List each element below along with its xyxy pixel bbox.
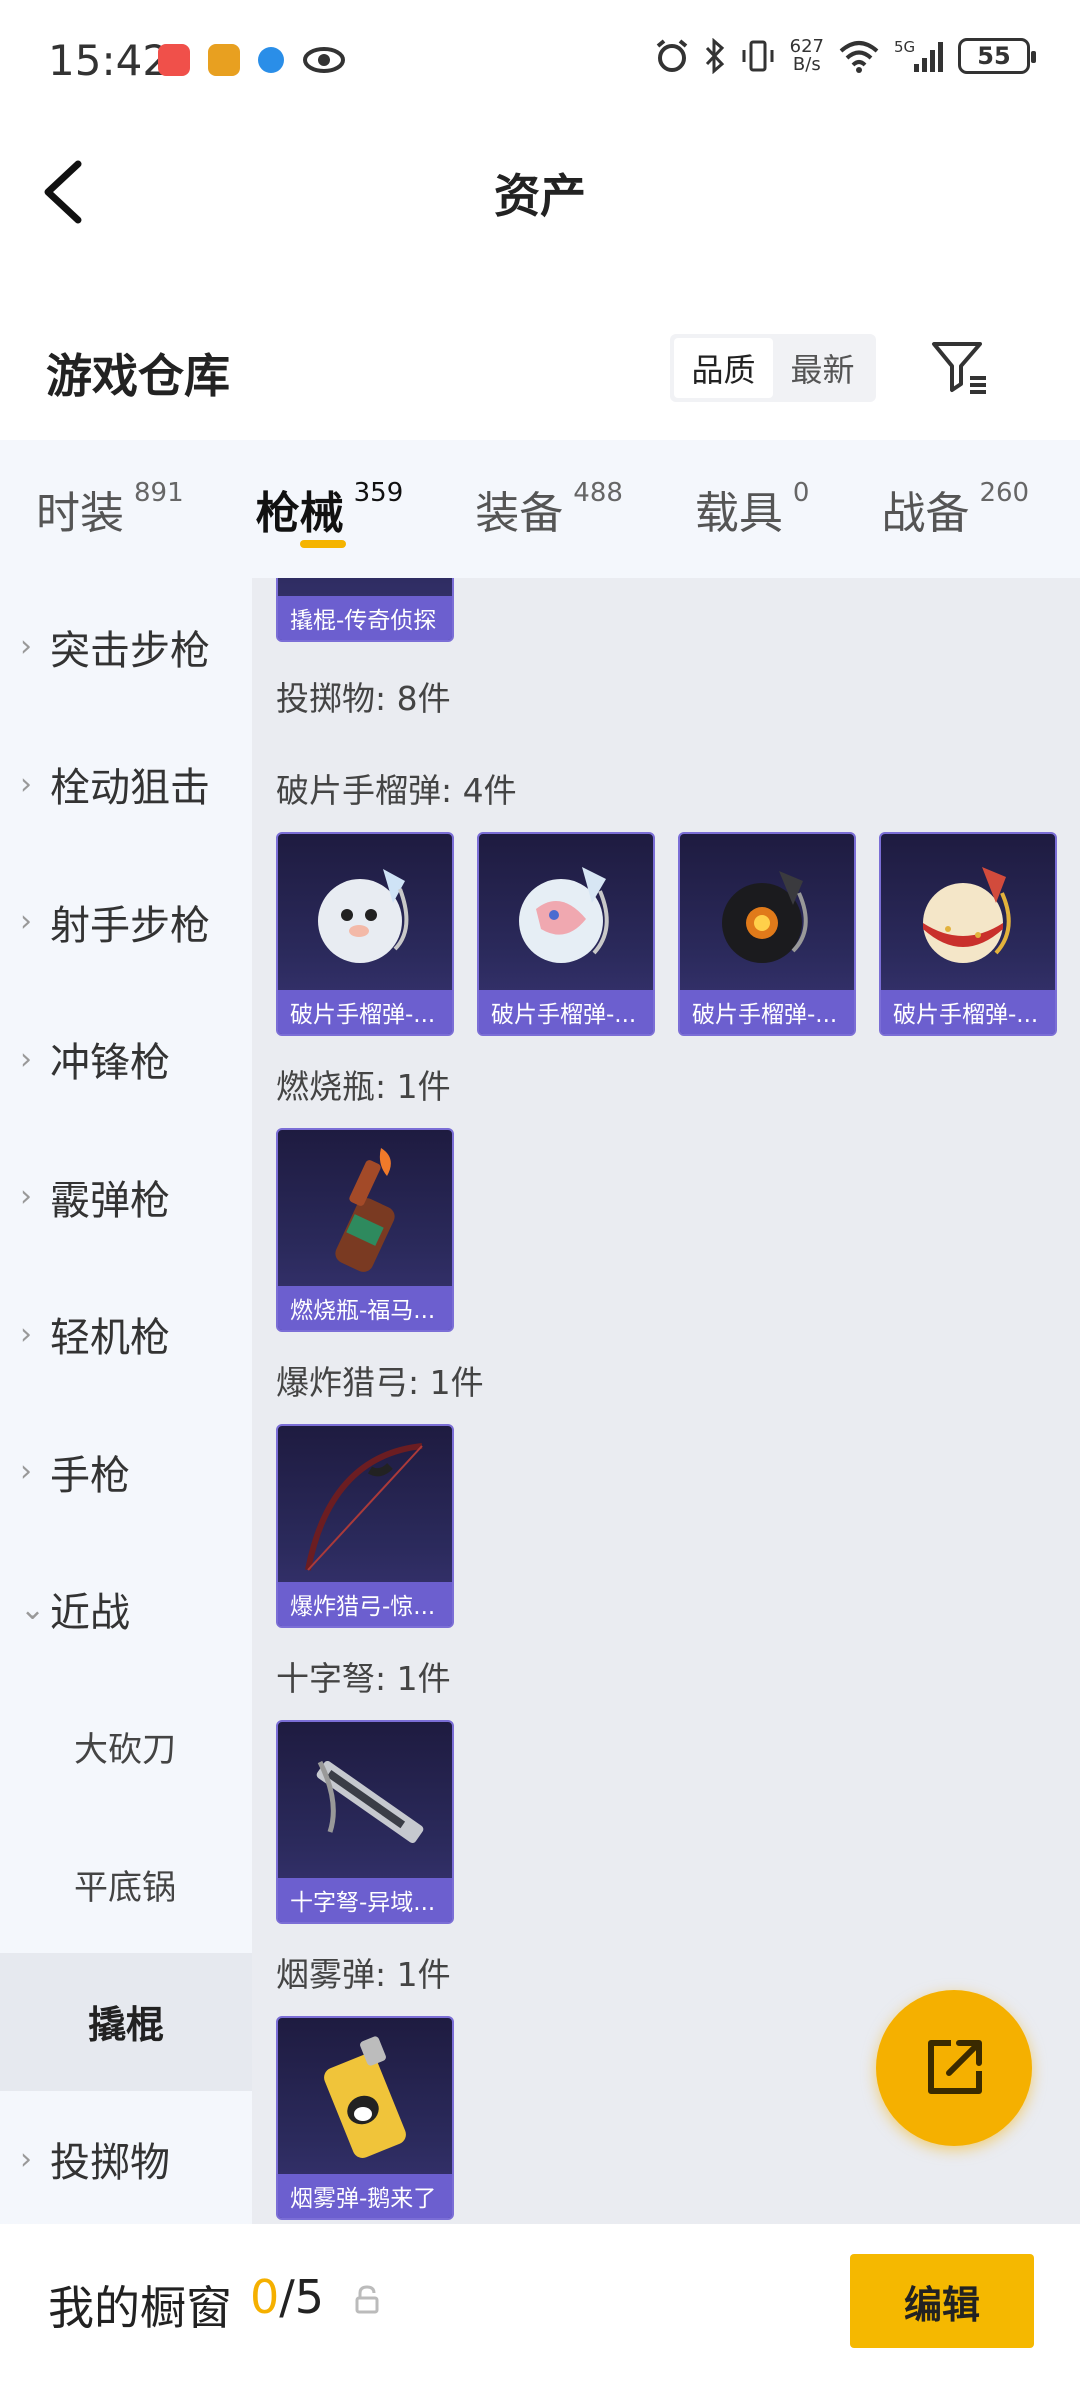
item-grid: 撬棍-传奇侦探 投掷物: 8件 破片手榴弹: 4件 破片手榴弹-... 破片手榴…	[252, 578, 1080, 2224]
tab-vehicles[interactable]: 载具 0	[659, 440, 846, 578]
showcase-bar: 我的橱窗 0/5 编辑	[0, 2224, 1080, 2382]
item-card-label: 烟雾弹-鹅来了	[278, 2174, 452, 2218]
sidebar-item-lmg[interactable]: › 轻机枪	[0, 1266, 252, 1404]
wifi-icon	[839, 41, 879, 73]
sidebar-item-throwables[interactable]: › 投掷物	[0, 2091, 252, 2229]
warehouse-title: 游戏仓库	[46, 349, 230, 403]
chevron-right-icon: ›	[20, 904, 32, 940]
chevron-down-icon: ⌄	[20, 1591, 46, 1627]
section-header-crossbow: 十字弩: 1件	[276, 1659, 451, 1698]
eye-icon	[303, 47, 345, 73]
bow-art	[278, 1426, 452, 1586]
grenade-art	[680, 834, 854, 994]
showcase-count: 0/5	[250, 2270, 325, 2324]
share-button[interactable]	[876, 1990, 1032, 2146]
item-card-frag-2[interactable]: 破片手榴弹-...	[477, 832, 655, 1036]
sort-quality-option[interactable]: 品质	[674, 338, 773, 398]
active-tab-indicator	[300, 540, 346, 548]
item-card-crowbar[interactable]: 撬棍-传奇侦探	[276, 578, 454, 642]
weapon-category-sidebar: › 突击步枪 › 栓动狙击 › 射手步枪 › 冲锋枪 › 霰弹枪 › 轻机枪 › 手枪 ⌄ 近战…	[0, 578, 252, 2224]
signal-icon: 5G	[894, 38, 943, 72]
warehouse-header: 游戏仓库 品质 最新	[0, 310, 1080, 440]
bluetooth-icon	[705, 38, 724, 74]
battery-indicator: 55	[958, 38, 1036, 74]
tab-equipment[interactable]: 装备 488	[439, 440, 659, 578]
crossbow-art	[278, 1722, 452, 1882]
chevron-right-icon: ›	[20, 2141, 32, 2177]
item-card-frag-4[interactable]: 破片手榴弹-...	[879, 832, 1057, 1036]
chevron-right-icon: ›	[20, 1179, 32, 1215]
item-card-frag-1[interactable]: 破片手榴弹-...	[276, 832, 454, 1036]
status-time: 15:42	[48, 36, 170, 85]
section-header-throwables: 投掷物: 8件	[276, 679, 451, 718]
sort-toggle: 品质 最新	[670, 334, 876, 402]
item-card-molotov[interactable]: 燃烧瓶-福马...	[276, 1128, 454, 1332]
sidebar-item-smg[interactable]: › 冲锋枪	[0, 991, 252, 1129]
sidebar-item-pistol[interactable]: › 手枪	[0, 1403, 252, 1541]
grenade-art	[278, 834, 452, 994]
share-icon	[928, 2040, 982, 2094]
tab-firearms[interactable]: 枪械 359	[220, 440, 440, 578]
smoke-grenade-art	[278, 2018, 452, 2178]
item-card-label: 燃烧瓶-福马...	[278, 1286, 452, 1330]
sidebar-item-bolt-sniper[interactable]: › 栓动狙击	[0, 716, 252, 854]
grenade-art	[881, 834, 1055, 994]
chevron-right-icon: ›	[20, 1454, 32, 1490]
section-header-explosive-bow: 爆炸猎弓: 1件	[276, 1363, 484, 1402]
item-card-label: 十字弩-异域...	[278, 1878, 452, 1922]
showcase-title: 我的橱窗	[48, 2281, 232, 2335]
molotov-art	[278, 1130, 452, 1290]
sidebar-subitem-crowbar[interactable]: 撬棍	[0, 1953, 252, 2091]
vibrate-icon	[742, 40, 774, 72]
status-bar: 15:42 627 B/s 5G 55	[0, 0, 1080, 126]
chevron-right-icon: ›	[20, 1316, 32, 1352]
item-card-label: 爆炸猎弓-惊...	[278, 1582, 452, 1626]
sidebar-subitem-pan[interactable]: 平底锅	[0, 1816, 252, 1954]
title-bar: 资产	[0, 126, 1080, 256]
sort-newest-option[interactable]: 最新	[773, 338, 872, 398]
sidebar-subitem-machete[interactable]: 大砍刀	[0, 1678, 252, 1816]
app-notification-icon	[258, 47, 284, 73]
chevron-right-icon: ›	[20, 766, 32, 802]
edit-button[interactable]: 编辑	[850, 2254, 1034, 2348]
sidebar-item-marksman-rifle[interactable]: › 射手步枪	[0, 853, 252, 991]
item-card-label: 破片手榴弹-...	[479, 990, 653, 1034]
sidebar-item-shotgun[interactable]: › 霰弹枪	[0, 1128, 252, 1266]
tab-gear[interactable]: 战备 260	[845, 440, 1065, 578]
chevron-right-icon: ›	[20, 1041, 32, 1077]
net-speed: 627 B/s	[789, 36, 824, 75]
item-card-frag-3[interactable]: 破片手榴弹-...	[678, 832, 856, 1036]
item-card-label: 撬棍-传奇侦探	[278, 596, 452, 640]
item-card-crossbow[interactable]: 十字弩-异域...	[276, 1720, 454, 1924]
chevron-right-icon: ›	[20, 629, 32, 665]
item-card-label: 破片手榴弹-...	[881, 990, 1055, 1034]
app-notification-icon	[158, 44, 190, 76]
item-card-label: 破片手榴弹-...	[278, 990, 452, 1034]
status-right: 627 B/s 5G 55	[654, 36, 1036, 75]
alarm-icon	[656, 39, 687, 72]
page-title: 资产	[494, 169, 586, 223]
sidebar-item-assault-rifle[interactable]: › 突击步枪	[0, 578, 252, 716]
section-header-frag: 破片手榴弹: 4件	[276, 771, 517, 810]
lock-icon	[355, 2285, 379, 2314]
section-header-smoke: 烟雾弹: 1件	[276, 1955, 451, 1994]
item-card-label: 破片手榴弹-...	[680, 990, 854, 1034]
item-card-smoke[interactable]: 烟雾弹-鹅来了	[276, 2016, 454, 2220]
section-header-molotov: 燃烧瓶: 1件	[276, 1067, 451, 1106]
notification-icons	[158, 44, 346, 76]
item-card-explosive-bow[interactable]: 爆炸猎弓-惊...	[276, 1424, 454, 1628]
sidebar-item-melee[interactable]: ⌄ 近战	[0, 1541, 252, 1679]
filter-icon[interactable]	[930, 338, 990, 398]
app-notification-icon	[208, 44, 240, 76]
tab-fashion[interactable]: 时装 891	[0, 440, 220, 578]
category-tabs: 时装 891 枪械 359 装备 488 载具 0 战备 260	[0, 440, 1080, 578]
svg-text:5G: 5G	[894, 38, 915, 56]
grenade-art	[479, 834, 653, 994]
